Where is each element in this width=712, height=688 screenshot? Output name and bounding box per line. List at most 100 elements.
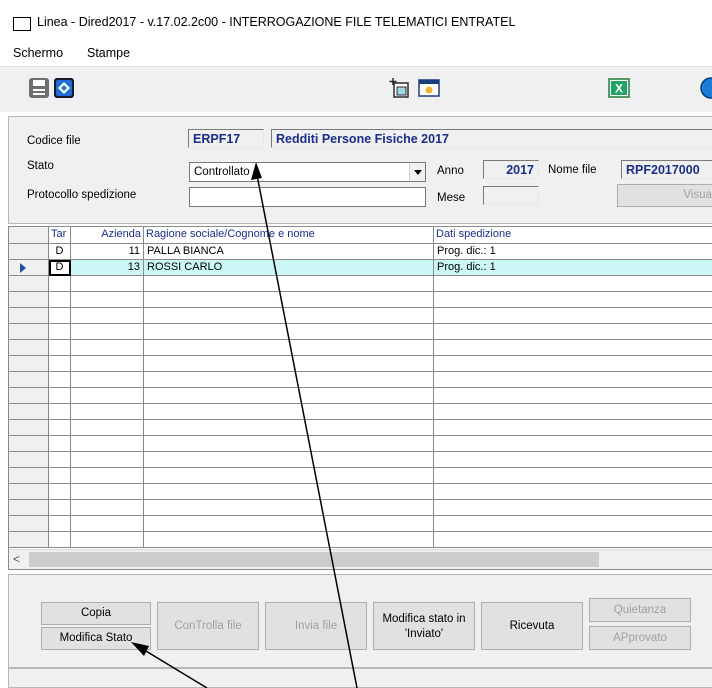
- empty-cell: [49, 436, 71, 452]
- cell-azienda[interactable]: 13: [71, 260, 144, 276]
- empty-cell: [144, 356, 434, 372]
- menu-schermo[interactable]: Schermo: [13, 46, 63, 60]
- mese-label: Mese: [437, 192, 466, 204]
- export-excel-button[interactable]: X: [608, 77, 630, 99]
- mese-value: [483, 186, 539, 205]
- empty-cell: [9, 276, 49, 292]
- cell-dati-spedizione[interactable]: Prog. dic.: 1: [434, 260, 712, 276]
- empty-cell: [71, 468, 144, 484]
- cell-tar-focused[interactable]: D: [49, 260, 71, 276]
- empty-cell: [9, 532, 49, 548]
- cell-ragione-sociale[interactable]: ROSSI CARLO: [144, 260, 434, 276]
- empty-row: [9, 420, 712, 436]
- empty-cell: [71, 436, 144, 452]
- empty-row: [9, 468, 712, 484]
- row-indicator: [9, 244, 49, 260]
- table-row-selected[interactable]: D 13 ROSSI CARLO Prog. dic.: 1: [9, 260, 712, 276]
- empty-cell: [49, 292, 71, 308]
- column-header-tar[interactable]: Tar: [49, 227, 71, 244]
- scroll-thumb[interactable]: [29, 552, 599, 567]
- dropdown-button[interactable]: [409, 163, 425, 181]
- empty-cell: [144, 308, 434, 324]
- horizontal-scrollbar[interactable]: <: [9, 549, 712, 569]
- chevron-down-icon: [414, 170, 422, 175]
- scroll-left-arrow-icon[interactable]: <: [13, 552, 20, 566]
- empty-row: [9, 292, 712, 308]
- window-button[interactable]: [418, 77, 440, 99]
- window-title: Linea - Dired2017 - v.17.02.2c00 - INTER…: [37, 15, 516, 29]
- empty-cell: [49, 420, 71, 436]
- empty-cell: [9, 404, 49, 420]
- window-icon: [418, 79, 440, 97]
- stato-select[interactable]: Controllato: [189, 162, 426, 182]
- empty-cell: [71, 484, 144, 500]
- empty-cell: [9, 340, 49, 356]
- empty-cell: [71, 516, 144, 532]
- exit-icon: [54, 78, 74, 98]
- empty-cell: [144, 532, 434, 548]
- empty-row: [9, 276, 712, 292]
- file-grid[interactable]: Tar Azienda Ragione sociale/Cognome e no…: [8, 226, 712, 570]
- copia-button[interactable]: Copia: [41, 602, 151, 625]
- title-bar: Linea - Dired2017 - v.17.02.2c00 - INTER…: [0, 0, 712, 42]
- empty-cell: [71, 372, 144, 388]
- empty-row: [9, 388, 712, 404]
- empty-cell: [434, 324, 712, 340]
- empty-row: [9, 356, 712, 372]
- codice-file-description: Redditi Persone Fisiche 2017: [271, 129, 712, 148]
- modifica-stato-button[interactable]: Modifica Stato: [41, 627, 151, 650]
- cell-dati-spedizione[interactable]: Prog. dic.: 1: [434, 244, 712, 260]
- empty-cell: [9, 324, 49, 340]
- empty-row: [9, 516, 712, 532]
- empty-cell: [434, 388, 712, 404]
- empty-cell: [71, 452, 144, 468]
- empty-row: [9, 500, 712, 516]
- empty-cell: [9, 516, 49, 532]
- modifica-stato-inviato-button[interactable]: Modifica stato in 'Inviato': [373, 602, 475, 650]
- empty-cell: [71, 292, 144, 308]
- column-header-ragione-sociale[interactable]: Ragione sociale/Cognome e nome: [144, 227, 434, 244]
- row-indicator-header: [9, 227, 49, 244]
- empty-row: [9, 340, 712, 356]
- cell-ragione-sociale[interactable]: PALLA BIANCA: [144, 244, 434, 260]
- empty-cell: [144, 500, 434, 516]
- file-info-panel: Codice file ERPF17 Redditi Persone Fisic…: [8, 116, 712, 224]
- controlla-file-button[interactable]: ConTrolla file: [157, 602, 259, 650]
- new-document-button[interactable]: [389, 77, 411, 99]
- empty-cell: [71, 324, 144, 340]
- table-row[interactable]: D 11 PALLA BIANCA Prog. dic.: 1: [9, 244, 712, 260]
- protocollo-input[interactable]: [189, 187, 426, 207]
- web-button[interactable]: [700, 77, 712, 99]
- save-icon: [29, 78, 49, 98]
- cell-tar[interactable]: D: [49, 244, 71, 260]
- empty-cell: [49, 468, 71, 484]
- quietanza-button[interactable]: Quietanza: [589, 598, 691, 622]
- save-button[interactable]: [28, 77, 50, 99]
- column-header-dati-spedizione[interactable]: Dati spedizione: [434, 227, 712, 244]
- empty-cell: [434, 452, 712, 468]
- empty-row: [9, 404, 712, 420]
- invia-file-button[interactable]: Invia file: [265, 602, 367, 650]
- cell-azienda[interactable]: 11: [71, 244, 144, 260]
- protocollo-label: Protocollo spedizione: [27, 189, 137, 201]
- empty-row: [9, 452, 712, 468]
- approvato-button[interactable]: APprovato: [589, 626, 691, 650]
- ricevuta-button[interactable]: Ricevuta: [481, 602, 583, 650]
- column-header-azienda[interactable]: Azienda: [71, 227, 144, 244]
- empty-cell: [144, 388, 434, 404]
- globe-icon: [700, 77, 712, 99]
- codice-file-value: ERPF17: [188, 129, 264, 148]
- empty-cell: [434, 436, 712, 452]
- modifica-inviato-line2: 'Inviato': [404, 628, 444, 640]
- empty-cell: [9, 372, 49, 388]
- empty-cell: [144, 404, 434, 420]
- empty-cell: [144, 276, 434, 292]
- empty-row: [9, 436, 712, 452]
- menu-stampe[interactable]: Stampe: [87, 46, 130, 60]
- stato-label: Stato: [27, 160, 54, 172]
- exit-button[interactable]: [53, 77, 75, 99]
- empty-cell: [49, 532, 71, 548]
- empty-cell: [49, 340, 71, 356]
- empty-cell: [71, 308, 144, 324]
- visualizza-button[interactable]: Visuali: [617, 184, 712, 207]
